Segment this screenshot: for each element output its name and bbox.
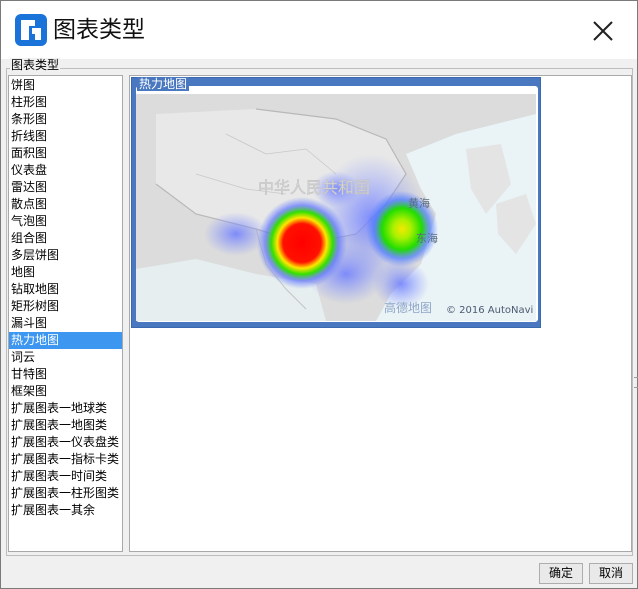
chart-type-item[interactable]: 仪表盘 [9, 162, 122, 179]
chart-type-item[interactable]: 地图 [9, 264, 122, 281]
scrollbar-edge[interactable] [632, 75, 638, 552]
chart-type-item[interactable]: 气泡图 [9, 213, 122, 230]
chart-type-item[interactable]: 扩展图表一指标卡类 [9, 451, 122, 468]
map-brand: 高德地图 [384, 300, 432, 315]
chart-type-item[interactable]: 多层饼图 [9, 247, 122, 264]
chart-type-item[interactable]: 框架图 [9, 383, 122, 400]
chart-type-item[interactable]: 饼图 [9, 77, 122, 94]
chart-type-item[interactable]: 扩展图表一地球类 [9, 400, 122, 417]
chart-type-item[interactable]: 词云 [9, 349, 122, 366]
chart-type-dialog: 图表类型 图表类型 饼图 柱形图 条形图 折线图 面积图 仪表盘 雷达图 散点图 气泡图 组合图多… [0, 0, 638, 589]
app-logo-icon [15, 14, 47, 46]
chart-type-item[interactable]: 柱形图 [9, 94, 122, 111]
chart-type-item[interactable]: 钻取地图 [9, 281, 122, 298]
map-copyright: © 2016 AutoNavi [446, 305, 533, 316]
title-bar: 图表类型 [1, 1, 637, 59]
chart-type-item[interactable]: 雷达图 [9, 179, 122, 196]
chart-type-item[interactable]: 面积图 [9, 145, 122, 162]
cancel-button[interactable]: 取消 [589, 563, 633, 584]
chart-type-item[interactable]: 折线图 [9, 128, 122, 145]
map-label-country: 中华人民共和国 [258, 178, 370, 197]
chart-type-item[interactable]: 矩形树图 [9, 298, 122, 315]
chart-type-item[interactable]: 漏斗图 [9, 315, 122, 332]
ok-button[interactable]: 确定 [539, 563, 583, 584]
chart-type-item[interactable]: 扩展图表一柱形图类 [9, 485, 122, 502]
group-label: 图表类型 [10, 58, 61, 73]
chart-type-item[interactable]: 扩展图表一地图类 [9, 417, 122, 434]
chart-type-list[interactable]: 饼图 柱形图 条形图 折线图 面积图 仪表盘 雷达图 散点图 气泡图 组合图 多层饼图 地图 钻取地图矩… [8, 75, 123, 552]
chart-type-item[interactable]: 扩展图表一时间类 [9, 468, 122, 485]
map-label-yellow-sea: 黄海 [408, 196, 430, 210]
chart-type-item[interactable]: 扩展图表一其余 [9, 502, 122, 519]
chart-type-item[interactable]: 甘特图 [9, 366, 122, 383]
thumbnail-label: 热力地图 [137, 77, 190, 91]
chart-type-item[interactable]: 组合图 [9, 230, 122, 247]
chart-type-item[interactable]: 条形图 [9, 111, 122, 128]
chart-type-item[interactable]: 扩展图表一仪表盘类 [9, 434, 122, 451]
dialog-title: 图表类型 [53, 17, 145, 43]
chart-type-item[interactable]: 热力地图 [9, 332, 122, 349]
chart-type-item[interactable]: 散点图 [9, 196, 122, 213]
map-label-east-sea: 东海 [416, 231, 438, 245]
heatmap-map-image: 中华人民共和国 黄海 东海 高德地图 © 2016 AutoNavi [136, 94, 536, 321]
close-icon[interactable] [585, 13, 621, 49]
